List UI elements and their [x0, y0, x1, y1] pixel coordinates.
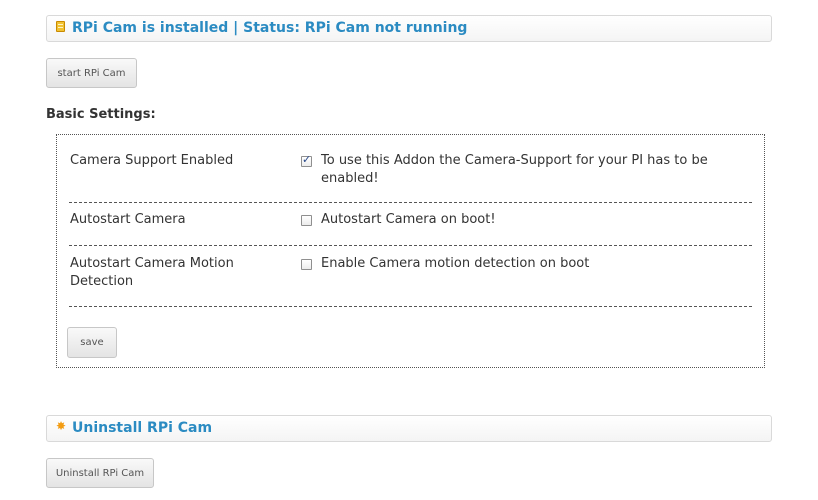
- row-divider: [69, 202, 752, 203]
- uninstall-rpi-cam-button[interactable]: Uninstall RPi Cam: [46, 458, 154, 488]
- camera-support-label: Camera Support Enabled: [70, 153, 234, 168]
- uninstall-title: Uninstall RPi Cam: [72, 420, 213, 436]
- autostart-motion-checkbox[interactable]: [301, 259, 312, 270]
- basic-settings-form: Camera Support Enabled To use this Addon…: [56, 134, 765, 368]
- gear-icon: ✸: [55, 419, 67, 433]
- autostart-camera-label: Autostart Camera: [70, 212, 186, 227]
- save-button[interactable]: save: [67, 327, 117, 358]
- camera-support-description: To use this Addon the Camera-Support for…: [321, 153, 708, 186]
- autostart-camera-description: Autostart Camera on boot!: [321, 212, 496, 227]
- section-title: Basic Settings:: [46, 107, 156, 122]
- uninstall-header: ✸ Uninstall RPi Cam: [46, 415, 772, 442]
- row-divider: [69, 306, 752, 307]
- autostart-motion-label: Autostart Camera Motion Detection: [70, 256, 234, 289]
- status-title: RPi Cam is installed | Status: RPi Cam n…: [72, 20, 468, 36]
- row-divider: [69, 245, 752, 246]
- status-header: RPi Cam is installed | Status: RPi Cam n…: [46, 15, 772, 42]
- camera-support-checkbox[interactable]: [301, 153, 312, 167]
- package-icon: [56, 21, 65, 32]
- autostart-camera-checkbox[interactable]: [301, 215, 312, 226]
- autostart-motion-description: Enable Camera motion detection on boot: [321, 256, 590, 271]
- start-rpi-cam-button[interactable]: start RPi Cam: [46, 58, 137, 88]
